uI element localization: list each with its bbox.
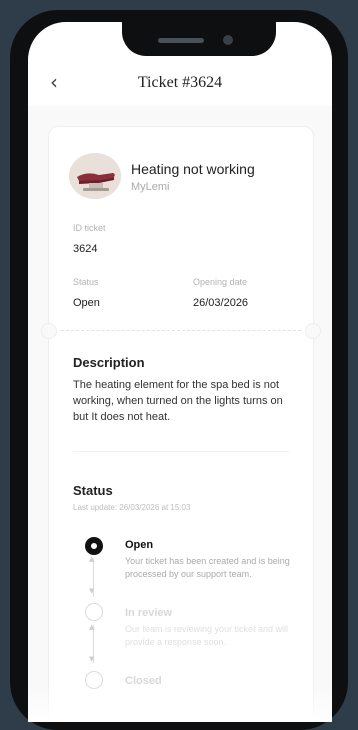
step-title-review: In review <box>125 607 173 619</box>
arrow-down-icon: ▼ <box>89 587 95 595</box>
opening-date-value: 26/03/2026 <box>193 297 249 309</box>
status-heading: Status <box>73 483 113 498</box>
bottom-fade <box>28 686 332 722</box>
front-camera <box>223 35 233 45</box>
ticket-card: Heating not working MyLemi ID ticket 362… <box>41 126 321 722</box>
description-heading: Description <box>73 355 145 370</box>
description-text: The heating element for the spa bed is n… <box>73 379 283 423</box>
step-title-open: Open <box>125 539 154 551</box>
content-area[interactable]: Heating not working MyLemi ID ticket 362… <box>28 106 332 722</box>
ticket-notch-left <box>41 323 57 339</box>
arrow-up-icon: ▲ <box>89 555 95 563</box>
phone-notch <box>122 10 276 56</box>
id-ticket-value: 3624 <box>73 243 98 255</box>
status-value: Open <box>73 297 100 309</box>
arrow-down-icon: ▼ <box>89 655 95 663</box>
app-screen: ‹ Ticket #3624 Heating not working MyLem… <box>28 22 332 722</box>
status-label: Status <box>73 277 99 287</box>
page-title: Ticket #3624 <box>137 74 223 91</box>
ticket-notch-right <box>305 323 321 339</box>
top-bar: ‹ Ticket #3624 <box>28 66 332 107</box>
step-text-review: Our team is reviewing your ticket and wi… <box>125 624 289 647</box>
arrow-up-icon: ▲ <box>89 623 95 631</box>
ticket-perforation <box>61 330 301 331</box>
ticket-subject: Heating not working <box>131 161 255 177</box>
section-divider <box>73 451 289 452</box>
product-thumbnail <box>69 153 121 199</box>
step-text-open: Your ticket has been created and is bein… <box>125 556 290 579</box>
product-brand: MyLemi <box>131 181 170 193</box>
spa-bed-image <box>69 153 121 199</box>
step-open-indicator-icon <box>85 537 103 555</box>
last-update-text: Last update: 26/03/2026 at 15:03 <box>73 503 191 512</box>
opening-date-label: Opening date <box>193 277 248 287</box>
step-review-indicator-icon <box>85 603 103 621</box>
id-ticket-label: ID ticket <box>73 223 106 233</box>
speaker-grille <box>158 38 204 43</box>
